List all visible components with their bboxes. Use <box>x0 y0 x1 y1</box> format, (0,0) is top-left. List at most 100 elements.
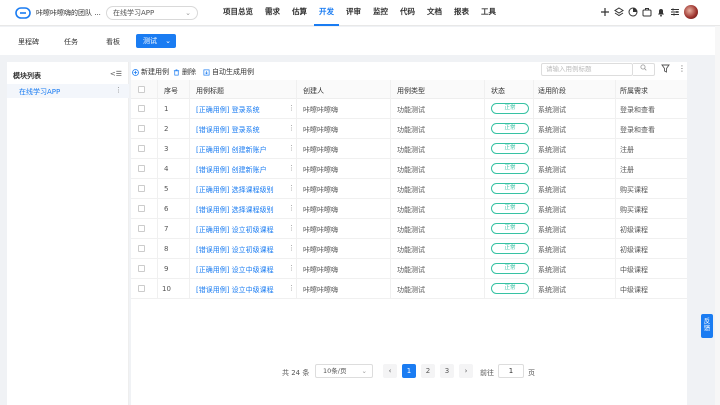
collapse-panel-icon[interactable]: <☰ <box>110 70 122 78</box>
row-checkbox[interactable] <box>138 265 145 272</box>
feedback-button[interactable]: 反馈 <box>701 314 713 338</box>
table-row[interactable]: 4 [错误用例] 创建新账户 ⋮ 咔嚓咔嚓嗨 功能测试 正常 系统测试 注册 <box>131 159 687 179</box>
menu-item-reports[interactable]: 报表 <box>449 0 474 26</box>
col-no[interactable]: 序号 <box>164 86 178 96</box>
page-button-3[interactable]: 3 <box>440 364 454 378</box>
row-checkbox[interactable] <box>138 285 145 292</box>
menu-item-estimation[interactable]: 估算 <box>287 0 312 26</box>
menu-item-code[interactable]: 代码 <box>395 0 420 26</box>
search-button[interactable] <box>633 63 655 76</box>
top-navigation-bar: 咔嚓咔嚓嗨的团队 ... 在线学习APP ⌄ 项目总览 需求 估算 开发 评审 … <box>0 0 720 26</box>
table-row[interactable]: 2 [错误用例] 登录系统 ⋮ 咔嚓咔嚓嗨 功能测试 正常 系统测试 登录和查看 <box>131 119 687 139</box>
more-options-icon[interactable]: ⋮ <box>288 284 295 292</box>
more-options-icon[interactable]: ⋮ <box>288 224 295 232</box>
more-options-icon[interactable]: ⋮ <box>288 184 295 192</box>
settings-sliders-icon[interactable] <box>670 7 680 17</box>
tab-board[interactable]: 看板 <box>106 37 120 47</box>
table-row[interactable]: 6 [错误用例] 选择课程级别 ⋮ 咔嚓咔嚓嗨 功能测试 正常 系统测试 购买课… <box>131 199 687 219</box>
briefcase-icon[interactable] <box>642 7 652 17</box>
menu-item-docs[interactable]: 文档 <box>422 0 447 26</box>
row-checkbox[interactable] <box>138 205 145 212</box>
table-row[interactable]: 7 [正确用例] 设立初级课程 ⋮ 咔嚓咔嚓嗨 功能测试 正常 系统测试 初级课… <box>131 219 687 239</box>
cell-title-link[interactable]: [正确用例] 设立初级课程 <box>196 225 274 235</box>
cell-title-link[interactable]: [正确用例] 登录系统 <box>196 105 260 115</box>
user-avatar[interactable] <box>684 5 698 19</box>
menu-item-overview[interactable]: 项目总览 <box>218 0 258 26</box>
row-checkbox[interactable] <box>138 105 145 112</box>
cell-title-link[interactable]: [正确用例] 选择课程级别 <box>196 185 274 195</box>
menu-item-requirements[interactable]: 需求 <box>260 0 285 26</box>
cell-title-link[interactable]: [正确用例] 创建新账户 <box>196 145 267 155</box>
cell-requirement: 购买课程 <box>620 206 648 214</box>
table-row[interactable]: 1 [正确用例] 登录系统 ⋮ 咔嚓咔嚓嗨 功能测试 正常 系统测试 登录和查看 <box>131 99 687 119</box>
plus-icon[interactable] <box>600 7 610 17</box>
table-row[interactable]: 9 [正确用例] 设立中级课程 ⋮ 咔嚓咔嚓嗨 功能测试 正常 系统测试 中级课… <box>131 259 687 279</box>
col-title[interactable]: 用例标题 <box>196 86 224 96</box>
more-options-icon[interactable]: ⋮ <box>288 144 295 152</box>
cell-no: 3 <box>164 145 169 153</box>
menu-item-review[interactable]: 评审 <box>341 0 366 26</box>
delete-button[interactable]: 删除 <box>173 67 196 77</box>
more-vertical-icon[interactable]: ⋮ <box>678 64 687 73</box>
bell-icon[interactable] <box>656 7 666 17</box>
module-item[interactable]: 在线学习APP ⋮ <box>7 84 129 98</box>
search-input[interactable]: 请输入用例标题 <box>541 63 633 76</box>
menu-item-development[interactable]: 开发 <box>314 0 339 26</box>
page-button-2[interactable]: 2 <box>421 364 435 378</box>
menu-item-monitor[interactable]: 监控 <box>368 0 393 26</box>
table-row[interactable]: 8 [错误用例] 设立初级课程 ⋮ 咔嚓咔嚓嗨 功能测试 正常 系统测试 初级课… <box>131 239 687 259</box>
row-checkbox[interactable] <box>138 185 145 192</box>
table-row[interactable]: 10 [错误用例] 设立中级课程 ⋮ 咔嚓咔嚓嗨 功能测试 正常 系统测试 中级… <box>131 279 687 299</box>
page-size-select[interactable]: 10条/页 ⌄ <box>315 364 373 378</box>
cell-title-link[interactable]: [错误用例] 登录系统 <box>196 125 260 135</box>
cell-stage: 系统测试 <box>538 286 566 294</box>
cell-stage: 系统测试 <box>538 206 566 214</box>
more-options-icon[interactable]: ⋮ <box>115 86 122 94</box>
col-requirement[interactable]: 所属需求 <box>620 86 648 96</box>
column-settings-icon[interactable] <box>661 64 670 73</box>
col-status[interactable]: 状态 <box>491 86 505 96</box>
tab-tasks[interactable]: 任务 <box>64 37 78 47</box>
more-options-icon[interactable]: ⋮ <box>288 124 295 132</box>
cell-title-link[interactable]: [错误用例] 创建新账户 <box>196 165 267 175</box>
more-options-icon[interactable]: ⋮ <box>288 264 295 272</box>
prev-page-button[interactable]: ‹ <box>383 364 397 378</box>
row-checkbox[interactable] <box>138 165 145 172</box>
pie-chart-icon[interactable] <box>628 7 638 17</box>
goto-page-input[interactable]: 1 <box>498 364 524 378</box>
tab-milestones[interactable]: 里程碑 <box>18 37 39 47</box>
more-options-icon[interactable]: ⋮ <box>288 244 295 252</box>
col-type[interactable]: 用例类型 <box>397 86 425 96</box>
more-options-icon[interactable]: ⋮ <box>288 204 295 212</box>
row-checkbox[interactable] <box>138 245 145 252</box>
page-scrollbar[interactable] <box>715 26 720 405</box>
team-name[interactable]: 咔嚓咔嚓嗨的团队 ... <box>36 8 101 18</box>
auto-generate-button[interactable]: 自动生成用例 <box>203 67 254 77</box>
tab-testing[interactable]: 测试 ⌄ <box>136 34 176 48</box>
cell-title-link[interactable]: [错误用例] 设立中级课程 <box>196 285 274 295</box>
col-stage[interactable]: 适用阶段 <box>538 86 566 96</box>
col-creator[interactable]: 创建人 <box>303 86 324 96</box>
new-case-button[interactable]: 新建用例 <box>132 67 169 77</box>
app-logo-icon[interactable] <box>15 6 31 20</box>
page-button-1[interactable]: 1 <box>402 364 416 378</box>
more-options-icon[interactable]: ⋮ <box>288 164 295 172</box>
project-selector[interactable]: 在线学习APP ⌄ <box>106 6 198 20</box>
cell-type: 功能测试 <box>397 106 425 114</box>
cell-title-link[interactable]: [正确用例] 设立中级课程 <box>196 265 274 275</box>
goto-unit: 页 <box>528 369 535 377</box>
more-options-icon[interactable]: ⋮ <box>288 104 295 112</box>
table-row[interactable]: 3 [正确用例] 创建新账户 ⋮ 咔嚓咔嚓嗨 功能测试 正常 系统测试 注册 <box>131 139 687 159</box>
menu-item-tools[interactable]: 工具 <box>476 0 501 26</box>
cell-title-link[interactable]: [错误用例] 选择课程级别 <box>196 205 274 215</box>
row-checkbox[interactable] <box>138 145 145 152</box>
next-page-button[interactable]: › <box>459 364 473 378</box>
select-all-checkbox[interactable] <box>138 86 145 93</box>
row-checkbox[interactable] <box>138 125 145 132</box>
cell-title-link[interactable]: [错误用例] 设立初级课程 <box>196 245 274 255</box>
cell-stage: 系统测试 <box>538 106 566 114</box>
status-badge: 正常 <box>491 163 529 174</box>
table-row[interactable]: 5 [正确用例] 选择课程级别 ⋮ 咔嚓咔嚓嗨 功能测试 正常 系统测试 购买课… <box>131 179 687 199</box>
layers-icon[interactable] <box>614 7 624 17</box>
row-checkbox[interactable] <box>138 225 145 232</box>
